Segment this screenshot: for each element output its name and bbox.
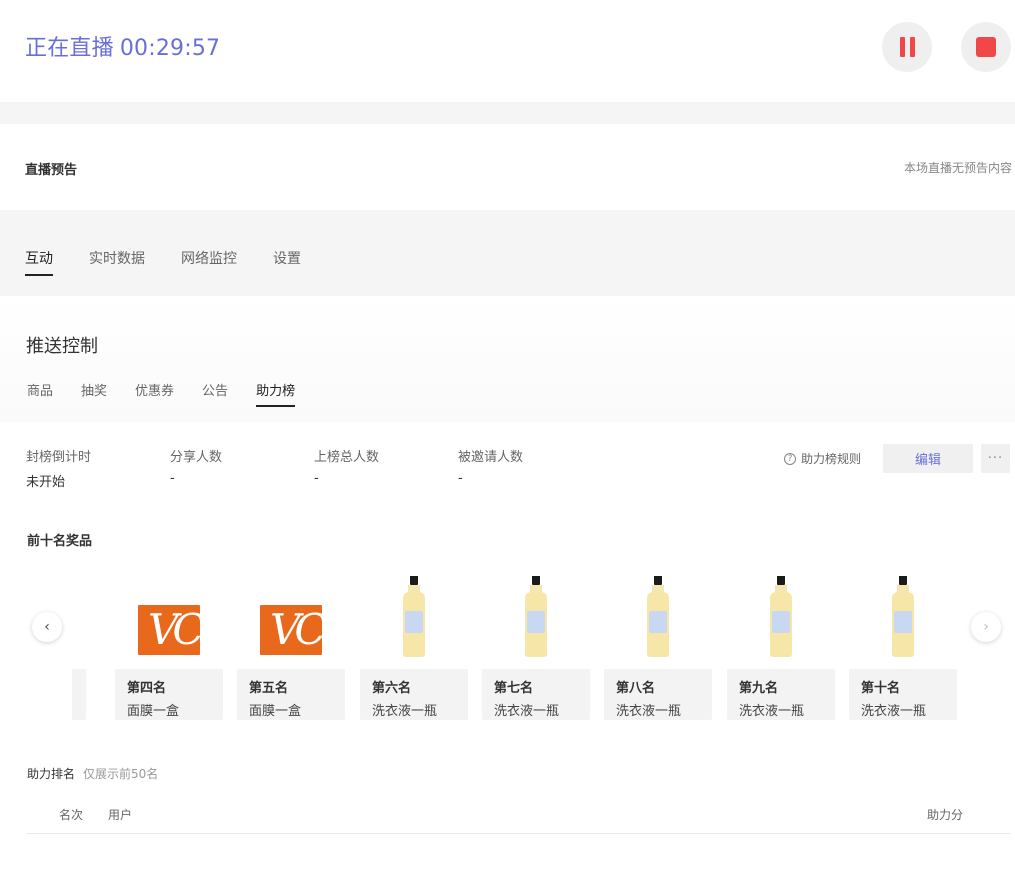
prize-image: VC [115, 576, 223, 669]
detergent-bottle-image [646, 576, 670, 657]
edit-button[interactable]: 编辑 [883, 444, 973, 473]
pause-icon [899, 37, 915, 57]
live-header: 正在直播 00:29:57 [0, 0, 1015, 102]
prize-rank: 第九名 [739, 681, 779, 696]
pause-button[interactable] [882, 22, 932, 72]
push-control-title: 推送控制 [26, 336, 98, 357]
board-rules-label: 助力榜规则 [801, 452, 862, 466]
stat-board-total: 上榜总人数 - [314, 446, 458, 490]
sub-tab-products[interactable]: 商品 [27, 380, 53, 407]
mask-product-image: VC [260, 605, 322, 655]
prize-rank: 第五名 [249, 681, 289, 696]
prize-name: 洗衣液一瓶 [861, 704, 927, 719]
chevron-right-icon: › [983, 619, 989, 635]
sub-tab-announcement[interactable]: 公告 [202, 380, 228, 407]
interaction-panel: 推送控制 商品 抽奖 优惠券 公告 助力榜 封榜倒计时 未开始 分享人数 - 上… [0, 296, 1015, 873]
prize-image [849, 576, 957, 669]
board-rules-link[interactable]: ? 助力榜规则 [784, 450, 861, 467]
stop-icon [976, 37, 996, 57]
stop-button[interactable] [961, 22, 1011, 72]
prizes-title: 前十名奖品 [27, 534, 93, 549]
prize-image: VC [72, 576, 86, 669]
prize-card: VC 第五名 面膜一盒 [237, 576, 345, 721]
prize-name: 面膜一盒 [249, 704, 302, 719]
column-header-rank: 名次 [59, 808, 84, 822]
live-timer: 00:29:57 [119, 36, 221, 61]
more-options-button[interactable]: ··· [981, 444, 1010, 473]
stat-label: 被邀请人数 [458, 450, 524, 465]
tab-network-monitor[interactable]: 网络监控 [181, 248, 237, 276]
question-circle-icon: ? [784, 452, 796, 465]
stat-label: 分享人数 [170, 450, 223, 465]
preview-title: 直播预告 [25, 163, 78, 178]
prize-name: 洗衣液一瓶 [494, 704, 560, 719]
prize-card: 第十名 洗衣液一瓶 [849, 576, 957, 721]
stat-countdown: 封榜倒计时 未开始 [26, 446, 170, 490]
prize-rank: 第六名 [372, 681, 412, 696]
sub-tab-lottery[interactable]: 抽奖 [81, 380, 107, 407]
stat-value: - [458, 471, 463, 486]
stat-value: 未开始 [26, 475, 66, 490]
column-header-user: 用户 [108, 808, 133, 822]
detergent-bottle-image [524, 576, 548, 657]
board-stats: 封榜倒计时 未开始 分享人数 - 上榜总人数 - 被邀请人数 - [26, 446, 602, 490]
prize-name: 洗衣液一瓶 [616, 704, 682, 719]
detergent-bottle-image [891, 576, 915, 657]
prize-image: VC [237, 576, 345, 669]
prize-card-partial: VC [72, 576, 86, 721]
detergent-bottle-image [769, 576, 793, 657]
live-status-title: 正在直播 00:29:57 [25, 30, 220, 62]
live-status-text: 正在直播 [25, 36, 114, 61]
prize-card: 第八名 洗衣液一瓶 [604, 576, 712, 721]
preview-empty-text: 本场直播无预告内容 [903, 161, 1012, 175]
ranking-table-header: 名次 用户 助力分 [26, 796, 1010, 834]
prize-card: VC 第四名 面膜一盒 [115, 576, 223, 721]
prize-card: 第七名 洗衣液一瓶 [482, 576, 590, 721]
chevron-left-icon: ‹ [44, 619, 50, 635]
prize-name: 洗衣液一瓶 [372, 704, 438, 719]
carousel-prev-button[interactable]: ‹ [32, 612, 62, 642]
stat-invited-count: 被邀请人数 - [458, 446, 602, 490]
prize-rank: 第四名 [127, 681, 167, 696]
prize-rank: 第十名 [861, 681, 901, 696]
mask-product-image: VC [138, 605, 200, 655]
tab-realtime-data[interactable]: 实时数据 [89, 248, 145, 276]
sub-tab-coupons[interactable]: 优惠券 [135, 380, 174, 407]
ranking-title: 助力排名 仅展示前50名 [27, 765, 158, 782]
ranking-title-text: 助力排名 [27, 767, 76, 781]
prize-carousel: VC VC 第四名 面膜一盒 VC 第五名 面膜一盒 [72, 576, 960, 722]
prize-image [360, 576, 468, 669]
prize-image [727, 576, 835, 669]
push-sub-tabs: 商品 抽奖 优惠券 公告 助力榜 [27, 380, 323, 407]
prize-rank: 第八名 [616, 681, 656, 696]
prize-image [482, 576, 590, 669]
prize-card: 第九名 洗衣液一瓶 [727, 576, 835, 721]
stat-label: 封榜倒计时 [26, 450, 92, 465]
stat-label: 上榜总人数 [314, 450, 380, 465]
column-header-score: 助力分 [927, 808, 964, 822]
prize-rank: 第七名 [494, 681, 534, 696]
stat-share-count: 分享人数 - [170, 446, 314, 490]
detergent-bottle-image [402, 576, 426, 657]
sub-tab-boost-board[interactable]: 助力榜 [256, 380, 296, 407]
prize-name: 洗衣液一瓶 [739, 704, 805, 719]
prize-image [604, 576, 712, 669]
stat-value: - [314, 471, 319, 486]
ranking-hint: 仅展示前50名 [83, 767, 159, 781]
live-preview-card: 直播预告 本场直播无预告内容 [0, 124, 1015, 210]
carousel-next-button[interactable]: › [971, 612, 1001, 642]
tab-interaction[interactable]: 互动 [25, 248, 53, 276]
main-tabs: 互动 实时数据 网络监控 设置 [25, 248, 337, 276]
prize-card: 第六名 洗衣液一瓶 [360, 576, 468, 721]
push-control-header: 推送控制 商品 抽奖 优惠券 公告 助力榜 [0, 296, 1015, 422]
stat-value: - [170, 471, 175, 486]
prize-name: 面膜一盒 [127, 704, 180, 719]
tab-settings[interactable]: 设置 [273, 248, 301, 276]
